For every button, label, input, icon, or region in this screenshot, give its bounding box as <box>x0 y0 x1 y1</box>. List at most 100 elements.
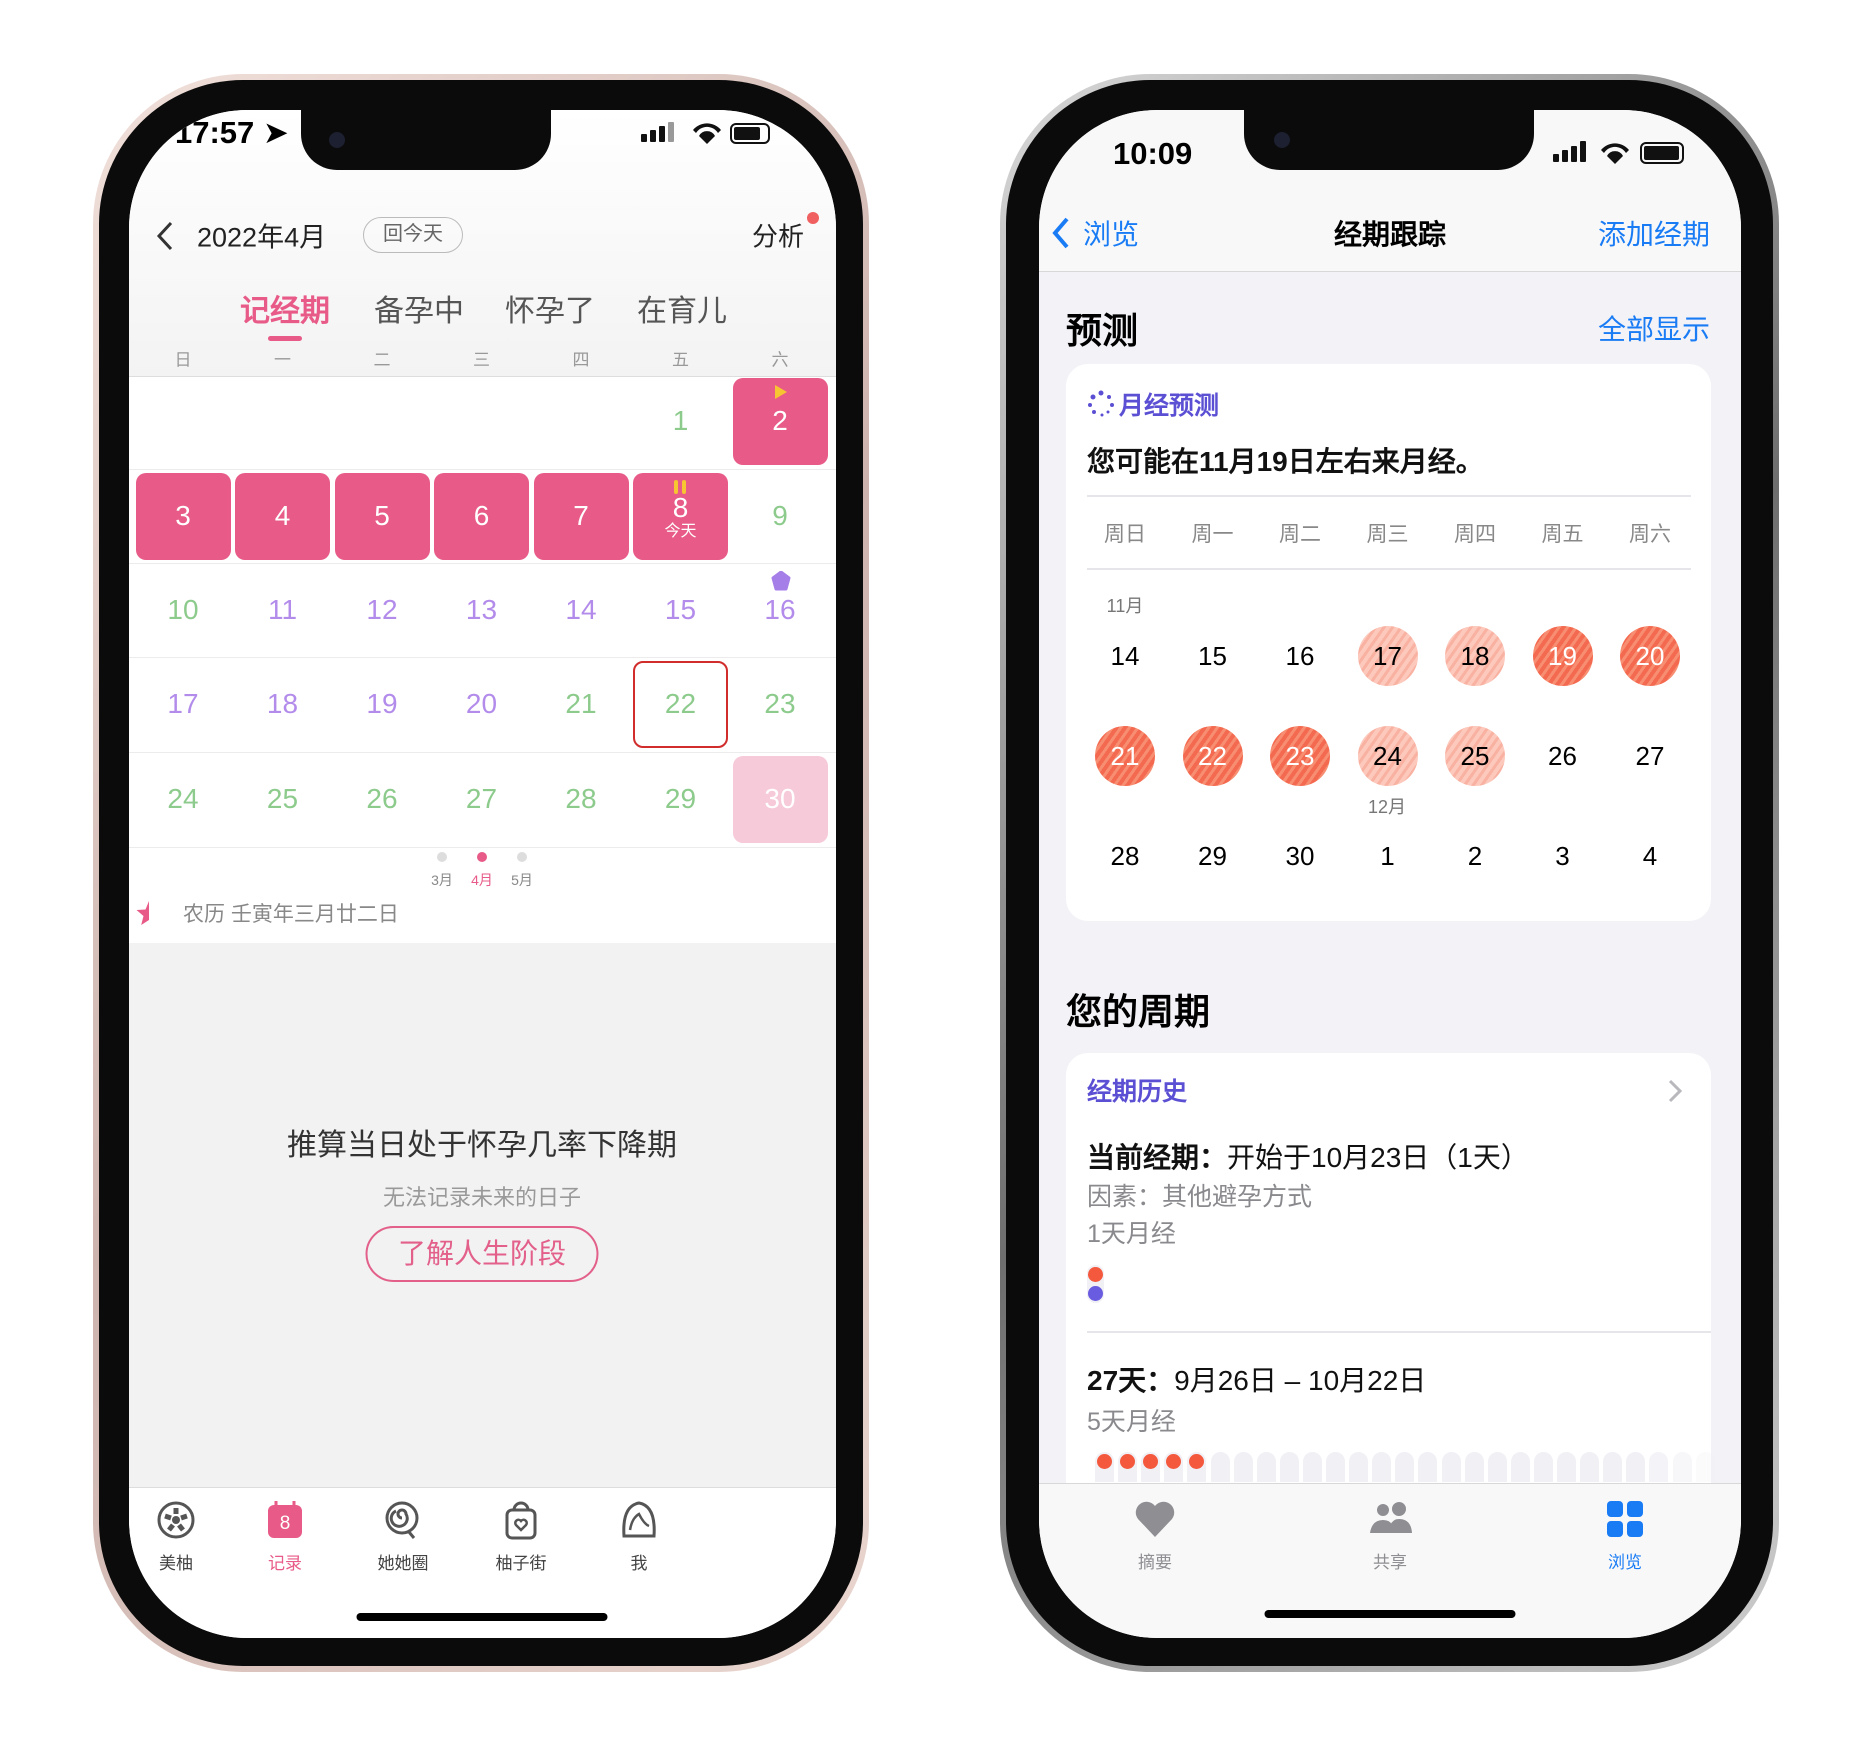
calendar-day[interactable]: 15 <box>633 567 728 654</box>
calendar-day[interactable]: 14 <box>1095 626 1155 686</box>
calendar-day[interactable]: 12 <box>335 567 430 654</box>
current-cycle-bar <box>1087 1265 1104 1303</box>
calendar-day[interactable]: 9 <box>733 473 828 560</box>
calendar-day[interactable]: 30 <box>732 755 828 843</box>
calendar-day[interactable]: 18 <box>235 661 330 748</box>
calendar-day[interactable]: 29 <box>633 756 728 843</box>
calendar-day[interactable]: 27 <box>434 756 529 843</box>
calendar-day[interactable]: 26 <box>1533 726 1593 786</box>
calendar-day[interactable]: 20 <box>434 661 529 748</box>
weekday-label: 周一 <box>1191 523 1234 546</box>
back-chevron-icon[interactable] <box>1051 216 1071 250</box>
predicted-period-day[interactable]: 19 <box>1532 626 1593 686</box>
calendar-day[interactable]: 27 <box>1620 726 1680 786</box>
tab-community[interactable]: 她她圈 <box>358 1500 448 1574</box>
month-label-nov: 11月 <box>1106 596 1144 616</box>
cycle-day-marker <box>1441 1452 1461 1482</box>
calendar-day[interactable]: 13 <box>434 567 529 654</box>
cycle-day-marker <box>1095 1452 1114 1482</box>
calendar-day[interactable]: 28 <box>1095 826 1155 886</box>
show-all-link[interactable]: 全部显示 <box>1598 308 1710 348</box>
back-browse-link[interactable]: 浏览 <box>1083 213 1139 253</box>
weekday-label: 六 <box>771 350 789 370</box>
calendar-day[interactable]: 10 <box>136 567 231 654</box>
pause-icon <box>674 479 686 494</box>
calendar-day[interactable]: 2 <box>1445 826 1505 886</box>
add-period-button[interactable]: 添加经期 <box>1598 213 1710 253</box>
cycle-day-marker <box>1187 1452 1207 1482</box>
calendar-day[interactable]: 11 <box>235 567 330 654</box>
tab-pomelo[interactable]: 美柚 <box>131 1500 221 1574</box>
tab-heart[interactable]: 摘要 <box>1110 1497 1200 1573</box>
pager-month-label: 4月 <box>471 872 493 888</box>
calendar-day[interactable]: 8 今天 <box>633 472 728 560</box>
weekday-label: 周五 <box>1541 523 1584 546</box>
cycles-section-title: 您的周期 <box>1066 991 1211 1032</box>
calendar-day[interactable]: 16 <box>1270 626 1330 686</box>
analysis-link[interactable]: 分析 <box>752 217 804 254</box>
chevron-right-icon[interactable] <box>1667 1078 1683 1104</box>
calendar-day[interactable]: 29 <box>1183 826 1243 886</box>
predicted-period-day[interactable]: 17 <box>1357 626 1418 686</box>
tab-shopping-bag[interactable]: 柚子街 <box>476 1500 566 1574</box>
calendar-day[interactable]: 3 <box>1533 826 1593 886</box>
calendar-day[interactable]: 15 <box>1183 626 1243 686</box>
predicted-period-day[interactable]: 25 <box>1445 726 1505 786</box>
pager-dot[interactable] <box>477 852 487 862</box>
calendar-day[interactable]: 4 <box>1620 826 1680 886</box>
mode-tab[interactable]: 记经期 <box>240 286 330 330</box>
calendar-day[interactable]: 17 <box>136 661 231 748</box>
profile-icon <box>622 1501 656 1538</box>
tab-profile[interactable]: 我 <box>594 1500 684 1574</box>
tab-label: 浏览 <box>1608 1553 1642 1572</box>
calendar-day[interactable]: 25 <box>235 756 330 843</box>
calendar-day[interactable]: 1 <box>1358 826 1418 886</box>
pager-dot[interactable] <box>437 852 447 862</box>
cycle-day-marker <box>1326 1452 1345 1482</box>
cycle-day-marker <box>1672 1452 1692 1482</box>
calendar-day[interactable]: 7 <box>533 472 629 560</box>
calendar-day[interactable]: 4 <box>235 472 330 560</box>
calendar-day[interactable]: 14 <box>534 567 629 654</box>
cycle-day-marker <box>1372 1452 1392 1482</box>
mode-tab[interactable]: 在育儿 <box>637 286 727 330</box>
back-chevron-icon[interactable] <box>155 221 175 251</box>
pager-dot[interactable] <box>517 852 527 862</box>
calendar-day[interactable]: 28 <box>534 756 629 843</box>
tab-label: 记录 <box>268 1554 302 1573</box>
calendar-day[interactable]: 22 <box>633 660 728 748</box>
tab-calendar[interactable]: 8 记录 <box>240 1500 330 1574</box>
grid-icon <box>1607 1501 1643 1537</box>
calendar-day[interactable]: 5 <box>334 472 430 560</box>
weekday-label: 四 <box>572 350 590 370</box>
back-to-today-button[interactable]: 回今天 <box>363 217 463 253</box>
predicted-period-day[interactable]: 22 <box>1182 726 1243 786</box>
meiyou-app-screen: 17:57 ➤ 2022年4月 回今天 分析 记经期 备孕中 怀孕了 在育儿 日 一 二 三… <box>129 110 836 1638</box>
tab-people[interactable]: 共享 <box>1345 1497 1435 1573</box>
prediction-sentence: 您可能在11月19日左右来月经。 <box>1087 446 1484 477</box>
calendar-day[interactable]: 24 <box>136 756 231 843</box>
calendar-day[interactable]: 26 <box>335 756 430 843</box>
calendar-day[interactable]: 2 <box>732 377 828 465</box>
predicted-period-day[interactable]: 23 <box>1270 726 1330 786</box>
predicted-period-day[interactable]: 21 <box>1095 726 1155 786</box>
calendar-day[interactable]: 3 <box>135 472 231 560</box>
calendar-day[interactable]: 6 <box>434 472 529 560</box>
mode-tab[interactable]: 备孕中 <box>374 286 464 330</box>
learn-life-stage-button[interactable]: 了解人生阶段 <box>365 1226 599 1282</box>
predicted-period-day[interactable]: 24 <box>1357 726 1418 786</box>
calendar-day[interactable]: 1 <box>633 378 728 465</box>
mode-tab[interactable]: 怀孕了 <box>505 286 595 330</box>
predicted-period-day[interactable]: 18 <box>1445 626 1505 686</box>
calendar-day[interactable]: 19 <box>335 661 430 748</box>
predicted-period-day[interactable]: 20 <box>1620 626 1680 686</box>
calendar-day[interactable]: 21 <box>534 661 629 748</box>
calendar-day[interactable]: 23 <box>733 661 828 748</box>
current-length: 1天月经 <box>1087 1220 1176 1248</box>
calendar-day[interactable]: 30 <box>1270 826 1330 886</box>
cycle-day-marker <box>1580 1452 1600 1482</box>
cycle-day-marker <box>1141 1452 1161 1482</box>
weekday-label: 周四 <box>1454 523 1496 546</box>
calendar-day[interactable]: 16 <box>733 567 828 654</box>
tab-grid[interactable]: 浏览 <box>1580 1497 1670 1573</box>
